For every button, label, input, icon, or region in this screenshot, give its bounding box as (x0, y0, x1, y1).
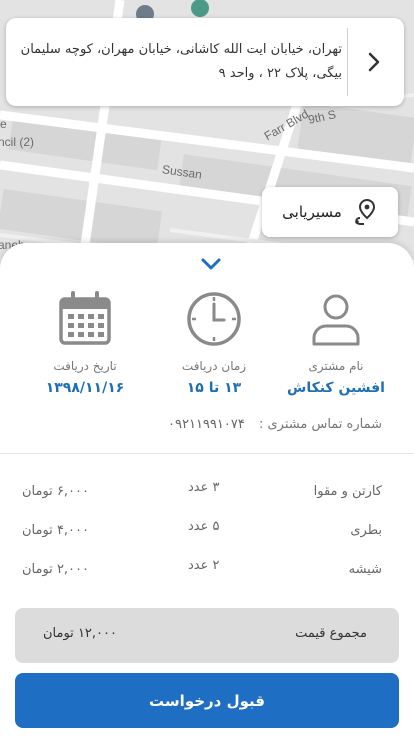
total-price-box: مجموع قیمت ۱۲,۰۰۰ تومان (15, 608, 399, 663)
customer-phone-label: شماره تماس مشتری : (258, 417, 382, 432)
list-item: بطری ۵ عدد ۴,۰۰۰ تومان (0, 519, 414, 547)
item-name: بطری (350, 523, 382, 538)
map-label: ncil (2) (0, 135, 35, 149)
address-divider (347, 28, 348, 96)
list-item: کارتن و مقوا ۳ عدد ۶,۰۰۰ تومان (0, 480, 414, 508)
item-price: ۶,۰۰۰ تومان (22, 484, 89, 499)
customer-phone-row: شماره تماس مشتری : ۰۹۲۱۱۹۹۱۰۷۴ (168, 417, 382, 432)
calendar-icon (59, 291, 111, 345)
route-button[interactable]: مسیریابی (262, 187, 398, 237)
total-price-value: ۱۲,۰۰۰ تومان (43, 626, 117, 641)
pickup-time-value: ۱۳ تا ۱۵ (186, 380, 242, 396)
user-icon (312, 294, 360, 346)
pickup-date-info: تاریخ دریافت ۱۳۹۸/۱۱/۱۶ (25, 289, 145, 396)
item-name: کارتن و مقوا (313, 484, 382, 499)
item-name: شیشه (348, 562, 382, 577)
chevron-down-icon[interactable] (199, 256, 223, 272)
customer-name-label: نام مشتری (308, 359, 364, 373)
total-price-label: مجموع قیمت (295, 626, 367, 641)
item-quantity: ۳ عدد (188, 480, 220, 495)
item-price: ۴,۰۰۰ تومان (22, 523, 89, 538)
item-quantity: ۵ عدد (188, 519, 220, 534)
customer-name-value: افشین کنکاش (287, 380, 385, 396)
map-label: e (0, 117, 7, 131)
clock-icon (187, 292, 241, 346)
accept-request-label: قبول درخواست (149, 691, 265, 710)
chevron-right-icon[interactable] (362, 50, 386, 74)
item-quantity: ۲ عدد (188, 558, 220, 573)
divider (0, 453, 414, 454)
order-details-sheet: نام مشتری افشین کنکاش زمان دریافت ۱۳ تا … (0, 243, 414, 736)
pickup-date-label: تاریخ دریافت (53, 359, 117, 373)
customer-phone-value[interactable]: ۰۹۲۱۱۹۹۱۰۷۴ (168, 417, 245, 432)
list-item: شیشه ۲ عدد ۲,۰۰۰ تومان (0, 558, 414, 586)
pickup-time-info: زمان دریافت ۱۳ تا ۱۵ (154, 289, 274, 396)
customer-info: نام مشتری افشین کنکاش (276, 289, 396, 396)
pickup-date-value: ۱۳۹۸/۱۱/۱۶ (45, 380, 125, 396)
accept-request-button[interactable]: قبول درخواست (15, 673, 399, 728)
pickup-time-label: زمان دریافت (181, 359, 247, 373)
item-price: ۲,۰۰۰ تومان (22, 562, 89, 577)
route-pin-icon (355, 198, 375, 225)
address-text: تهران، خیابان ایت الله کاشانی، خیابان مه… (20, 42, 342, 81)
route-button-label: مسیریابی (282, 203, 342, 221)
address-card[interactable]: تهران، خیابان ایت الله کاشانی، خیابان مه… (6, 18, 404, 106)
